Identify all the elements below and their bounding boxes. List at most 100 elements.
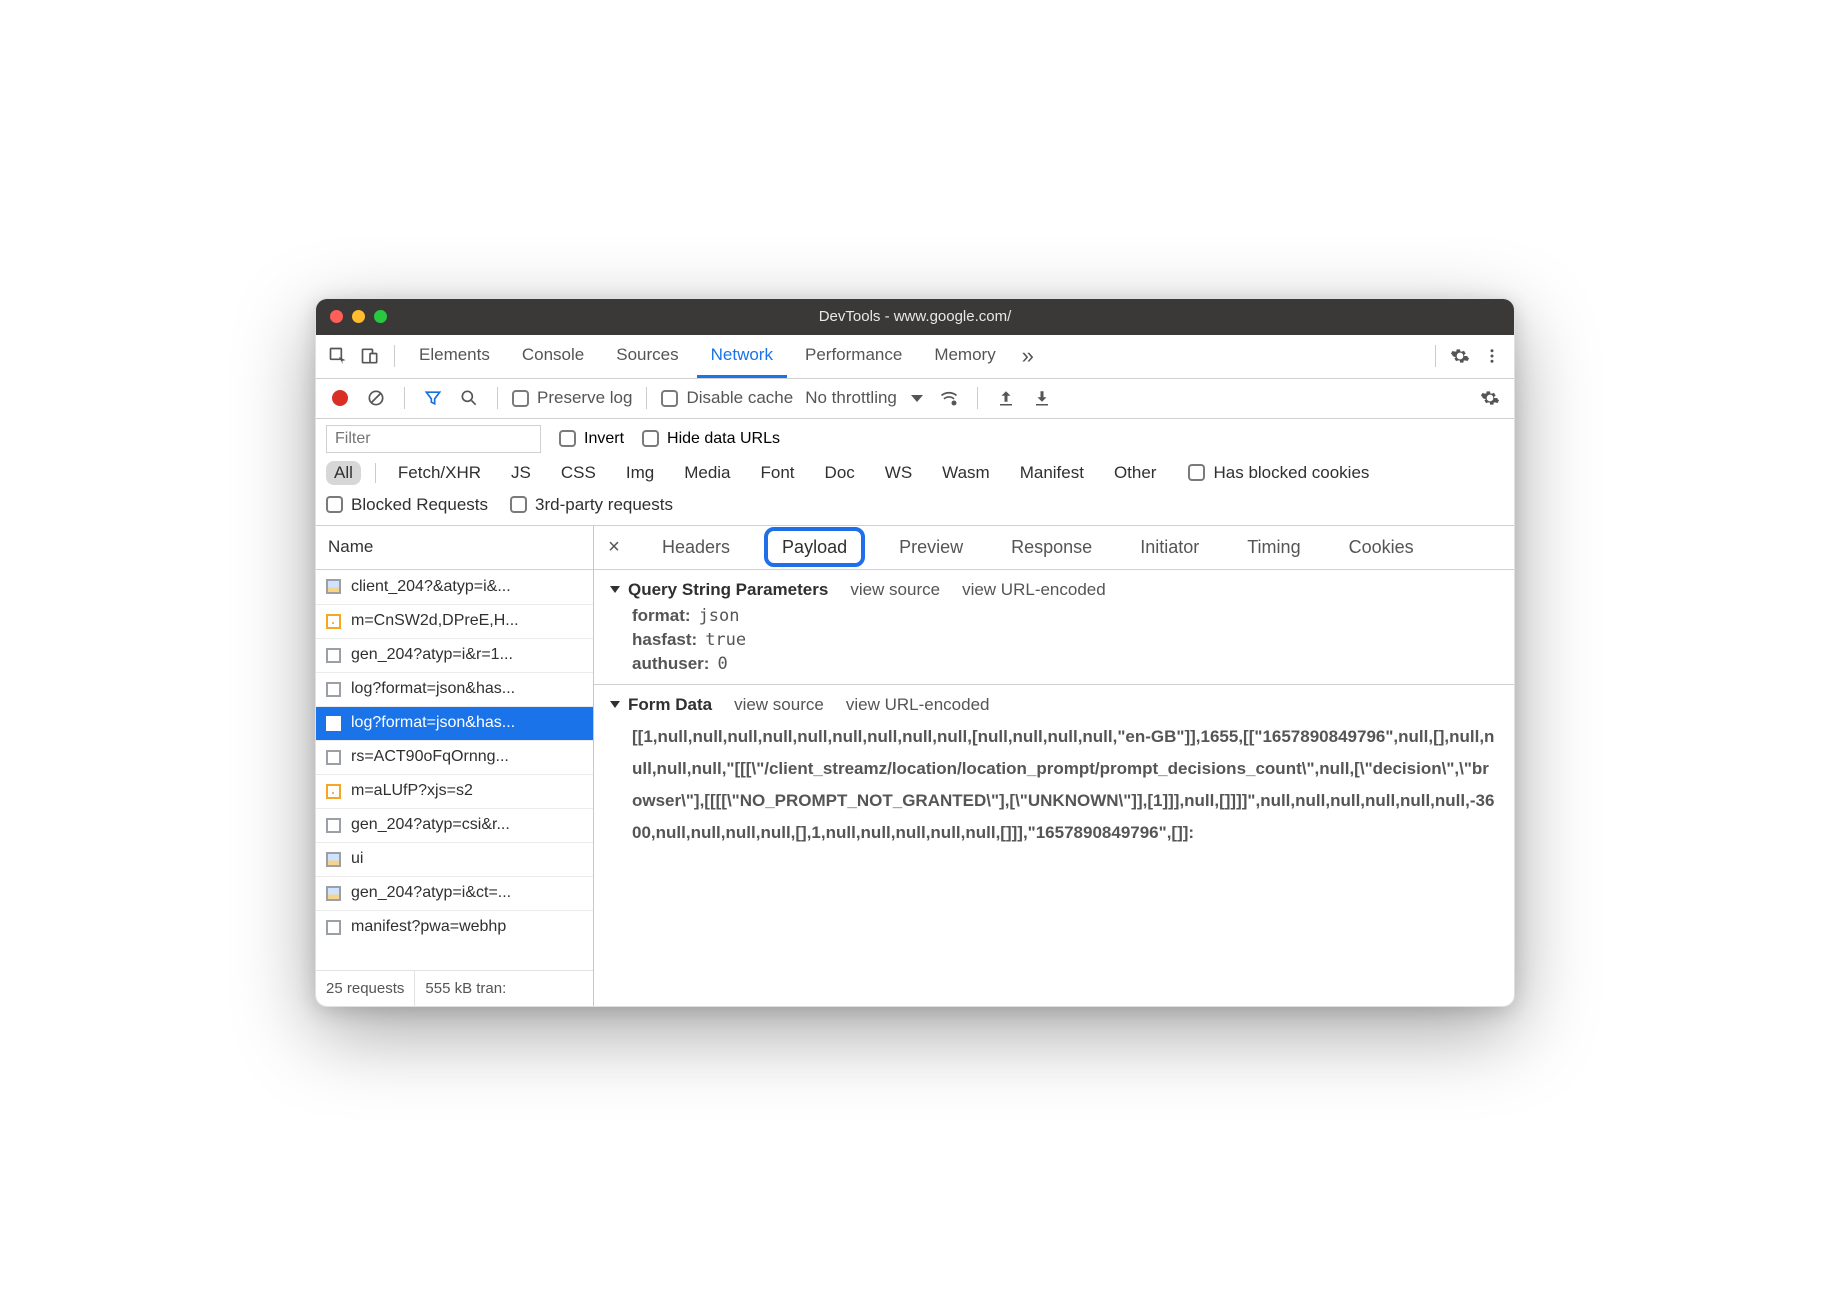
request-row[interactable]: log?format=json&has... xyxy=(316,672,593,706)
section-title[interactable]: Query String Parameters xyxy=(610,580,828,600)
settings-icon[interactable] xyxy=(1446,342,1474,370)
network-conditions-icon[interactable] xyxy=(935,384,963,412)
upload-har-icon[interactable] xyxy=(992,384,1020,412)
window-titlebar: DevTools - www.google.com/ xyxy=(316,299,1514,335)
doc-icon xyxy=(326,648,341,663)
request-row[interactable]: gen_204?atyp=i&r=1... xyxy=(316,638,593,672)
request-name: m=aLUfP?xjs=s2 xyxy=(351,782,473,800)
formdata-body: [[1,null,null,null,null,null,null,null,n… xyxy=(632,721,1498,850)
request-list: Name client_204?&atyp=i&... m=CnSW2d,DPre… xyxy=(316,526,594,1006)
qsp-value: 0 xyxy=(717,654,727,674)
chip-css[interactable]: CSS xyxy=(553,461,604,485)
inspect-element-icon[interactable] xyxy=(324,342,352,370)
js-icon xyxy=(326,614,341,629)
preserve-log-checkbox[interactable]: Preserve log xyxy=(512,388,632,408)
third-party-label: 3rd-party requests xyxy=(535,495,673,515)
search-icon[interactable] xyxy=(455,384,483,412)
request-row[interactable]: client_204?&atyp=i&... xyxy=(316,570,593,604)
record-button[interactable] xyxy=(326,384,354,412)
disable-cache-checkbox[interactable]: Disable cache xyxy=(661,388,793,408)
tab-console[interactable]: Console xyxy=(508,334,598,378)
chip-other[interactable]: Other xyxy=(1106,461,1165,485)
preserve-log-label: Preserve log xyxy=(537,388,632,408)
qsp-value: true xyxy=(705,630,746,650)
request-row[interactable]: manifest?pwa=webhp xyxy=(316,910,593,944)
request-name: rs=ACT90oFqOrnng... xyxy=(351,748,509,766)
tab-network[interactable]: Network xyxy=(697,334,787,378)
view-source-link[interactable]: view source xyxy=(850,580,940,600)
blocked-requests-checkbox[interactable]: Blocked Requests xyxy=(326,495,488,515)
tab-elements[interactable]: Elements xyxy=(405,334,504,378)
tab-preview[interactable]: Preview xyxy=(885,531,977,563)
section-title[interactable]: Form Data xyxy=(610,695,712,715)
view-url-encoded-link[interactable]: view URL-encoded xyxy=(962,580,1106,600)
close-details-icon[interactable]: × xyxy=(600,536,628,559)
network-settings-icon[interactable] xyxy=(1476,384,1504,412)
tab-payload[interactable]: Payload xyxy=(764,527,865,567)
throttling-label: No throttling xyxy=(805,388,897,408)
chip-doc[interactable]: Doc xyxy=(817,461,863,485)
chip-all[interactable]: All xyxy=(326,461,361,485)
view-url-encoded-link[interactable]: view URL-encoded xyxy=(846,695,990,715)
chip-wasm[interactable]: Wasm xyxy=(934,461,998,485)
device-toolbar-icon[interactable] xyxy=(356,342,384,370)
traffic-lights xyxy=(330,310,387,323)
qsp-key: format: xyxy=(632,606,691,626)
chip-manifest[interactable]: Manifest xyxy=(1012,461,1092,485)
tab-headers[interactable]: Headers xyxy=(648,531,744,563)
tab-timing[interactable]: Timing xyxy=(1233,531,1314,563)
chip-ws[interactable]: WS xyxy=(877,461,920,485)
qsp-row: hasfast:true xyxy=(632,630,1498,650)
chip-media[interactable]: Media xyxy=(676,461,738,485)
filter-icon[interactable] xyxy=(419,384,447,412)
tab-performance[interactable]: Performance xyxy=(791,334,916,378)
request-list-footer: 25 requests 555 kB tran: xyxy=(316,970,593,1006)
more-tabs-icon[interactable]: » xyxy=(1014,342,1042,370)
request-list-header[interactable]: Name xyxy=(316,526,593,570)
zoom-icon[interactable] xyxy=(374,310,387,323)
throttling-select[interactable]: No throttling xyxy=(801,388,927,408)
request-row[interactable]: ui xyxy=(316,842,593,876)
request-row[interactable]: m=aLUfP?xjs=s2 xyxy=(316,774,593,808)
request-row[interactable]: rs=ACT90oFqOrnng... xyxy=(316,740,593,774)
request-row[interactable]: log?format=json&has... xyxy=(316,706,593,740)
chip-js[interactable]: JS xyxy=(503,461,539,485)
clear-icon[interactable] xyxy=(362,384,390,412)
download-har-icon[interactable] xyxy=(1028,384,1056,412)
img-icon xyxy=(326,886,341,901)
tab-response[interactable]: Response xyxy=(997,531,1106,563)
third-party-checkbox[interactable]: 3rd-party requests xyxy=(510,495,673,515)
filter-input[interactable] xyxy=(326,425,541,453)
tab-cookies[interactable]: Cookies xyxy=(1335,531,1428,563)
divider xyxy=(1435,345,1436,367)
chip-img[interactable]: Img xyxy=(618,461,662,485)
close-icon[interactable] xyxy=(330,310,343,323)
doc-icon xyxy=(326,716,341,731)
request-row[interactable]: gen_204?atyp=csi&r... xyxy=(316,808,593,842)
kebab-menu-icon[interactable] xyxy=(1478,342,1506,370)
tab-sources[interactable]: Sources xyxy=(602,334,692,378)
request-name: manifest?pwa=webhp xyxy=(351,918,506,936)
invert-checkbox[interactable]: Invert xyxy=(559,430,624,448)
network-toolbar: Preserve log Disable cache No throttling xyxy=(316,379,1514,419)
divider xyxy=(404,387,405,409)
divider xyxy=(497,387,498,409)
view-source-link[interactable]: view source xyxy=(734,695,824,715)
tab-memory[interactable]: Memory xyxy=(920,334,1009,378)
request-row[interactable]: gen_204?atyp=i&ct=... xyxy=(316,876,593,910)
qsp-row: authuser:0 xyxy=(632,654,1498,674)
request-name: m=CnSW2d,DPreE,H... xyxy=(351,612,519,630)
chip-font[interactable]: Font xyxy=(753,461,803,485)
has-blocked-label: Has blocked cookies xyxy=(1213,463,1369,483)
minimize-icon[interactable] xyxy=(352,310,365,323)
hide-data-urls-checkbox[interactable]: Hide data URLs xyxy=(642,430,780,448)
chip-fetch-xhr[interactable]: Fetch/XHR xyxy=(390,461,489,485)
query-string-section: Query String Parameters view source view… xyxy=(594,570,1514,685)
request-name: client_204?&atyp=i&... xyxy=(351,578,511,596)
tab-initiator[interactable]: Initiator xyxy=(1126,531,1213,563)
qsp-row: format:json xyxy=(632,606,1498,626)
divider xyxy=(977,387,978,409)
request-row[interactable]: m=CnSW2d,DPreE,H... xyxy=(316,604,593,638)
has-blocked-cookies-checkbox[interactable]: Has blocked cookies xyxy=(1188,463,1369,483)
divider xyxy=(375,463,376,483)
